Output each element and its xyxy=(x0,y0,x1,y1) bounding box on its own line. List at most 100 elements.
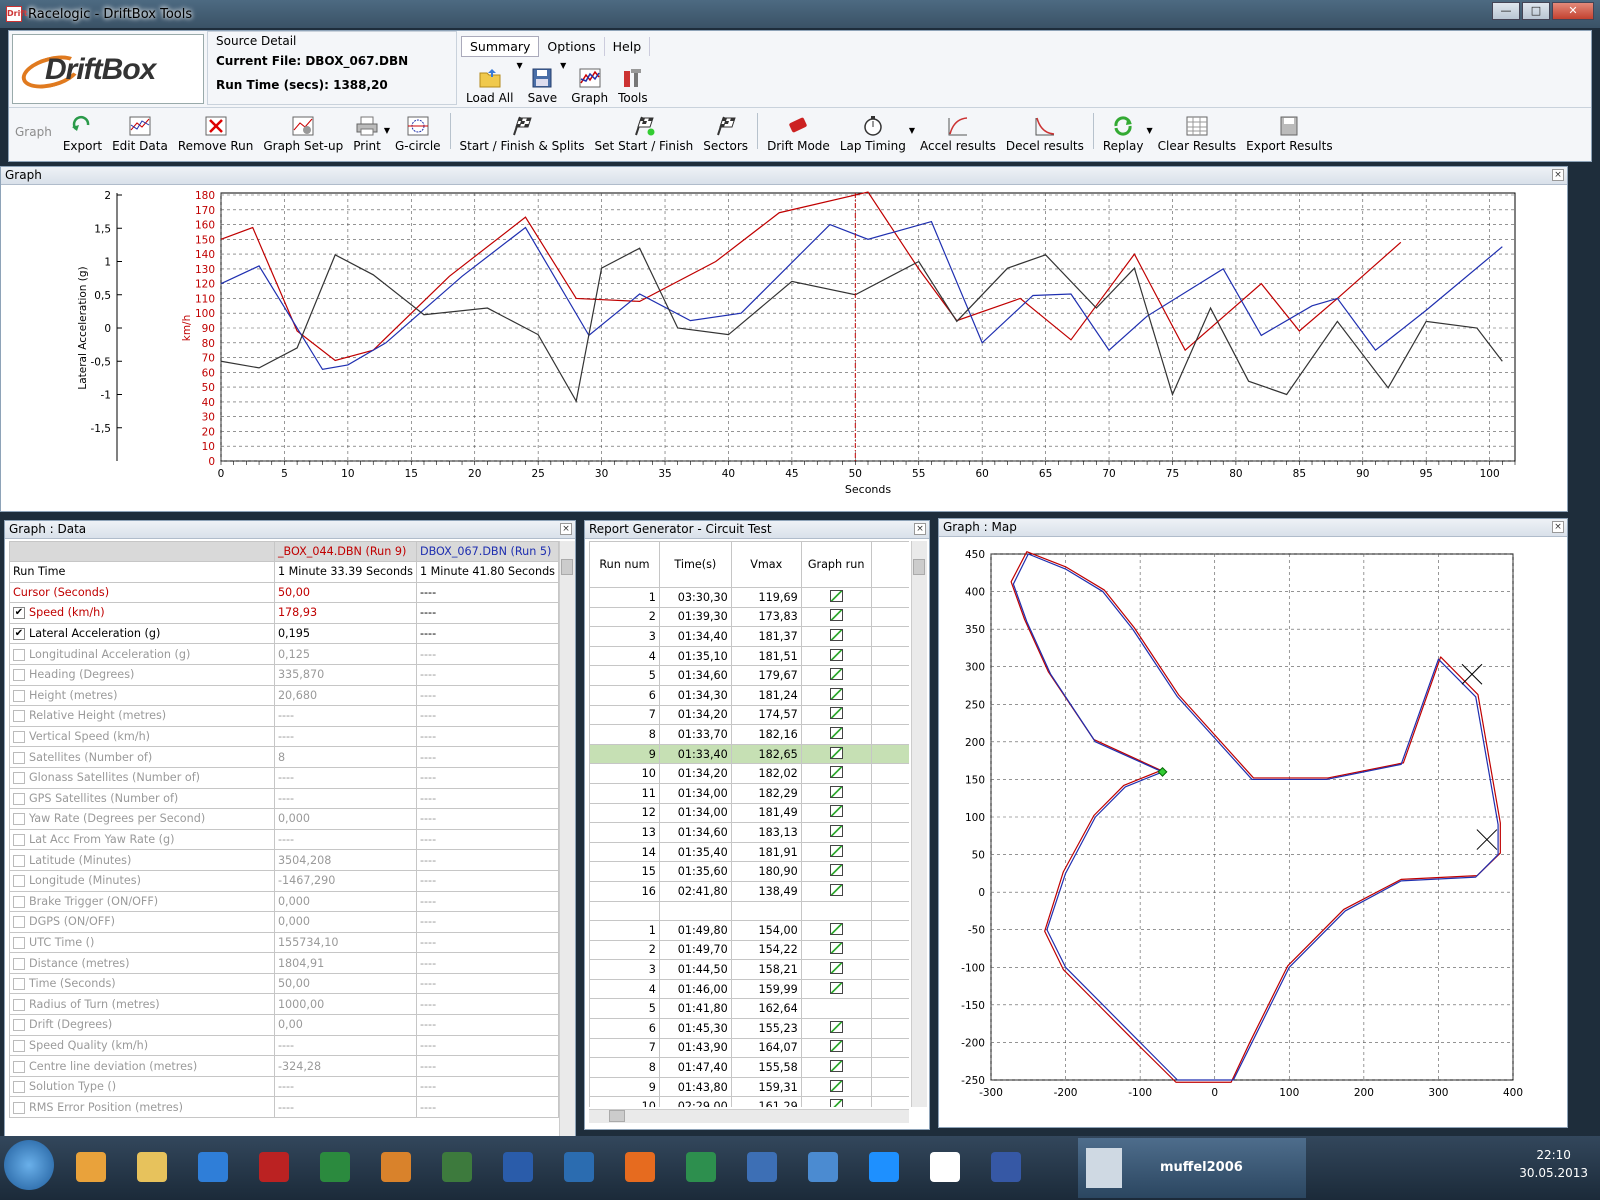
graph-run-cell[interactable] xyxy=(800,802,872,824)
channel-checkbox[interactable] xyxy=(13,854,25,867)
save-button[interactable]: Save xyxy=(523,61,562,105)
channel-checkbox[interactable] xyxy=(13,936,25,949)
report-row[interactable]: 1 01:49,80 154,00 xyxy=(589,920,909,941)
filezilla-icon[interactable] xyxy=(249,1144,299,1190)
graph-run-icon[interactable] xyxy=(829,962,843,975)
report-row[interactable]: 10 01:34,20 182,02 xyxy=(589,763,909,784)
report-row[interactable]: 3 01:34,40 181,37 xyxy=(589,626,909,647)
graph-run-cell[interactable] xyxy=(800,1057,872,1078)
graph-run-icon[interactable] xyxy=(829,766,843,779)
report-hscrollbar[interactable] xyxy=(589,1109,909,1123)
tools-button[interactable]: Tools xyxy=(613,61,653,105)
report-row[interactable]: 5 01:41,80 162,64 xyxy=(589,998,909,1020)
map-close-icon[interactable]: × xyxy=(1552,521,1564,533)
graph-run-icon[interactable] xyxy=(829,1099,843,1107)
report-row[interactable]: 16 02:41,80 138,49 xyxy=(589,880,909,902)
channel-checkbox[interactable] xyxy=(13,1081,25,1094)
graph-run-cell[interactable] xyxy=(800,743,872,765)
report-row[interactable]: 12 01:34,00 181,49 xyxy=(589,802,909,824)
internet-explorer-icon[interactable] xyxy=(188,1144,238,1190)
report-row[interactable]: 4 01:46,00 159,99 xyxy=(589,978,909,1000)
report-row[interactable]: 3 01:44,50 158,21 xyxy=(589,959,909,980)
track-map[interactable]: -300 -200 -100 0 100 200 300 400 450 400 350 300 250… xyxy=(939,538,1567,1128)
language-icon[interactable] xyxy=(554,1144,604,1190)
graph-run-icon[interactable] xyxy=(829,668,843,681)
drift-mode-button[interactable]: Drift Mode xyxy=(762,108,835,153)
channel-checkbox[interactable] xyxy=(13,772,25,785)
graph-run-cell[interactable] xyxy=(800,684,872,706)
graph-run-cell[interactable] xyxy=(800,704,872,726)
graph-run-icon[interactable] xyxy=(829,1060,843,1073)
word-icon[interactable] xyxy=(493,1144,543,1190)
graph-run-cell[interactable] xyxy=(800,900,872,922)
graph-run-cell[interactable] xyxy=(800,939,872,961)
graph-run-icon[interactable] xyxy=(829,883,843,896)
firefox-icon[interactable] xyxy=(615,1144,665,1190)
start-button[interactable] xyxy=(4,1140,54,1190)
close-button[interactable]: ✕ xyxy=(1552,2,1594,20)
channel-checkbox[interactable] xyxy=(13,731,25,744)
graph-run-cell[interactable] xyxy=(800,1076,872,1098)
channel-checkbox[interactable] xyxy=(13,916,25,929)
channel-checkbox[interactable] xyxy=(13,834,25,847)
channel-checkbox[interactable] xyxy=(13,792,25,805)
graph-run-cell[interactable] xyxy=(800,724,872,745)
graph-run-icon[interactable] xyxy=(829,707,843,720)
graph-run-cell[interactable] xyxy=(800,978,872,1000)
sectors-button[interactable]: Sectors xyxy=(698,108,753,153)
outlook-icon[interactable] xyxy=(371,1144,421,1190)
report-row[interactable]: 15 01:35,60 180,90 xyxy=(589,861,909,882)
graph-run-cell[interactable] xyxy=(800,665,872,686)
excel-icon[interactable] xyxy=(310,1144,360,1190)
graph-run-icon[interactable] xyxy=(829,864,843,877)
graph-run-cell[interactable] xyxy=(800,645,872,667)
report-row[interactable]: 10 02:29,00 161,29 xyxy=(589,1096,909,1107)
data-panel-close-icon[interactable]: × xyxy=(560,523,572,535)
report-row[interactable]: 6 01:34,30 181,24 xyxy=(589,684,909,706)
report-row[interactable]: 1 03:30,30 119,69 xyxy=(589,587,909,608)
lync-icon[interactable] xyxy=(737,1144,787,1190)
report-row[interactable]: 2 01:49,70 154,22 xyxy=(589,939,909,961)
report-row[interactable]: 7 01:43,90 164,07 xyxy=(589,1037,909,1059)
print-button[interactable]: Print xyxy=(348,108,386,153)
lap-timing-button[interactable]: Lap Timing xyxy=(835,108,911,153)
channel-checkbox[interactable] xyxy=(13,1101,25,1114)
graph-run-cell[interactable] xyxy=(800,782,872,804)
graph-run-cell[interactable] xyxy=(800,880,872,902)
graph-run-icon[interactable] xyxy=(829,785,843,798)
maximize-button[interactable]: □ xyxy=(1522,2,1550,20)
report-row[interactable]: 8 01:47,40 155,58 xyxy=(589,1057,909,1078)
graph-run-cell[interactable] xyxy=(800,822,872,843)
graph-run-icon[interactable] xyxy=(829,609,843,622)
accel-results-button[interactable]: Accel results xyxy=(915,108,1001,153)
report-scrollbar[interactable] xyxy=(911,541,927,1107)
channel-checkbox[interactable]: ✔ xyxy=(13,628,25,641)
channel-checkbox[interactable] xyxy=(13,875,25,888)
graph-run-icon[interactable] xyxy=(829,981,843,994)
channel-checkbox[interactable] xyxy=(13,751,25,764)
graph-run-icon[interactable] xyxy=(829,628,843,641)
graph-run-icon[interactable] xyxy=(829,726,843,739)
time-graph[interactable]: 0102030405060708090100110120130140150160… xyxy=(1,186,1567,512)
channel-checkbox[interactable] xyxy=(13,998,25,1011)
channel-checkbox[interactable] xyxy=(13,978,25,991)
channel-checkbox[interactable] xyxy=(13,813,25,826)
graph-run-cell[interactable] xyxy=(800,861,872,882)
graph-run-icon[interactable] xyxy=(829,922,843,935)
graph-run-cell[interactable] xyxy=(800,763,872,784)
graph-run-cell[interactable] xyxy=(800,920,872,941)
graph-run-cell[interactable] xyxy=(800,959,872,980)
skype-icon[interactable] xyxy=(859,1144,909,1190)
graph-run-icon[interactable] xyxy=(829,1040,843,1053)
channel-checkbox[interactable] xyxy=(13,669,25,682)
channel-checkbox[interactable] xyxy=(13,689,25,702)
graph-run-cell[interactable] xyxy=(800,1096,872,1107)
decel-results-button[interactable]: Decel results xyxy=(1001,108,1089,153)
graph-run-icon[interactable] xyxy=(829,1079,843,1092)
explorer-icon[interactable] xyxy=(127,1144,177,1190)
channel-checkbox[interactable]: ✔ xyxy=(13,607,25,620)
report-row[interactable]: 9 01:33,40 182,65 xyxy=(589,743,909,765)
g-circle-button[interactable]: G-circle xyxy=(390,108,446,153)
data-scrollbar[interactable] xyxy=(559,541,575,1137)
report-row[interactable]: 7 01:34,20 174,57 xyxy=(589,704,909,726)
